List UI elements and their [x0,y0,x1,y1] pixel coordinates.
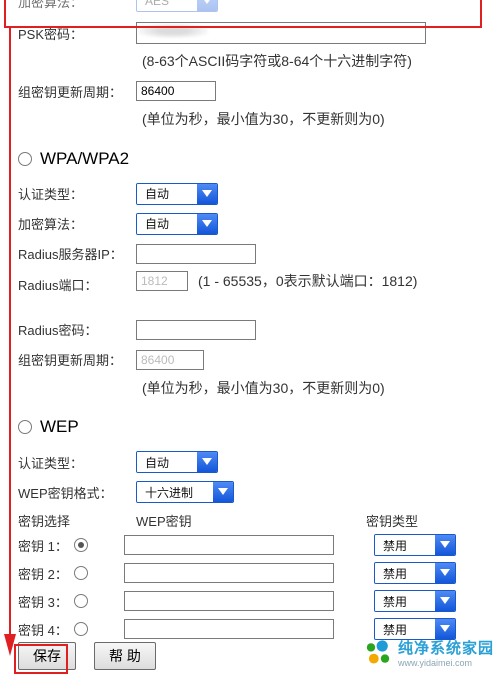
wep-key-select-radio[interactable] [74,594,88,608]
group-key-period-input[interactable] [136,81,216,101]
watermark-url: www.yidaimei.com [398,658,494,668]
wep-key-type-value: 禁用 [375,619,435,639]
wpa-encrypt-select[interactable]: 自动 [136,213,218,235]
psk-password-label: PSK密码： [18,24,136,43]
wep-key-row: 密钥 3： 禁用 [18,590,500,612]
wep-format-select[interactable]: 十六进制 [136,481,234,503]
wep-key-row: 密钥 2： 禁用 [18,562,500,584]
wep-col-key: WEP密钥 [136,511,366,530]
wep-auth-label: 认证类型： [18,453,136,472]
wep-radio[interactable] [18,420,32,434]
wep-key-input[interactable] [124,563,334,583]
psk-hint: (8-63个ASCII码字符或8-64个十六进制字符) [142,50,500,72]
chevron-down-icon [213,482,233,502]
chevron-down-icon [197,184,217,204]
wep-section-title: WEP [40,417,79,437]
group-key-hint: (单位为秒，最小值为30，不更新则为0) [142,108,500,130]
wpa-auth-label: 认证类型： [18,184,136,203]
wep-key-select-radio[interactable] [74,538,88,552]
wep-key-input[interactable] [124,591,334,611]
psk-password-input[interactable] [136,22,426,44]
wpa-encrypt-label: 加密算法： [18,214,136,233]
radius-pw-input[interactable] [136,320,256,340]
wpa-group-key-hint: (单位为秒，最小值为30，不更新则为0) [142,377,500,399]
radius-ip-label: Radius服务器IP： [18,244,136,263]
chevron-down-icon [435,591,455,611]
wpa-section-title: WPA/WPA2 [40,149,129,169]
wep-key-row: 密钥 4： 禁用 [18,618,500,640]
chevron-down-icon [435,619,455,639]
wep-key-select-radio[interactable] [74,622,88,636]
wpa-radio[interactable] [18,152,32,166]
wep-format-label: WEP密钥格式： [18,483,136,502]
wep-format-value: 十六进制 [137,482,213,502]
wep-key-input[interactable] [124,619,334,639]
wep-key-type-select[interactable]: 禁用 [374,562,456,584]
wep-key-type-value: 禁用 [375,591,435,611]
wep-key-label: 密钥 4： [18,620,74,639]
wpa-encrypt-value: 自动 [137,214,197,234]
chevron-down-icon [197,0,217,11]
wpa-group-key-input[interactable] [136,350,204,370]
wep-key-label: 密钥 2： [18,564,74,583]
wep-key-type-value: 禁用 [375,563,435,583]
wep-auth-select[interactable]: 自动 [136,451,218,473]
wep-key-label: 密钥 1： [18,536,74,555]
radius-pw-label: Radius密码： [18,320,136,339]
wep-key-select-radio[interactable] [74,566,88,580]
chevron-down-icon [435,563,455,583]
encrypt-algo-label: 加密算法： [18,0,136,11]
radius-ip-input[interactable] [136,244,256,264]
chevron-down-icon [435,535,455,555]
wpa-auth-select[interactable]: 自动 [136,183,218,205]
save-button[interactable]: 保存 [18,642,76,670]
wep-key-type-select[interactable]: 禁用 [374,590,456,612]
wep-col-select: 密钥选择 [18,511,136,530]
group-key-period-label: 组密钥更新周期： [18,82,136,101]
help-button[interactable]: 帮 助 [94,642,156,670]
radius-port-hint: (1 - 65535，0表示默认端口：1812) [198,271,417,291]
wep-col-type: 密钥类型 [366,511,466,530]
wpa-auth-value: 自动 [137,184,197,204]
encrypt-algo-select[interactable]: AES [136,0,218,12]
wep-key-row: 密钥 1： 禁用 [18,534,500,556]
wep-key-type-value: 禁用 [375,535,435,555]
wep-key-type-select[interactable]: 禁用 [374,534,456,556]
wep-key-type-select[interactable]: 禁用 [374,618,456,640]
wep-key-label: 密钥 3： [18,592,74,611]
wep-key-input[interactable] [124,535,334,555]
logo-icon [364,639,392,667]
wpa-group-key-label: 组密钥更新周期： [18,350,136,369]
chevron-down-icon [197,214,217,234]
radius-port-label: Radius端口： [18,271,136,294]
chevron-down-icon [197,452,217,472]
encrypt-algo-value: AES [137,0,197,11]
watermark: 纯净系统家园 www.yidaimei.com [364,637,494,668]
wep-auth-value: 自动 [137,452,197,472]
radius-port-input[interactable] [136,271,188,291]
